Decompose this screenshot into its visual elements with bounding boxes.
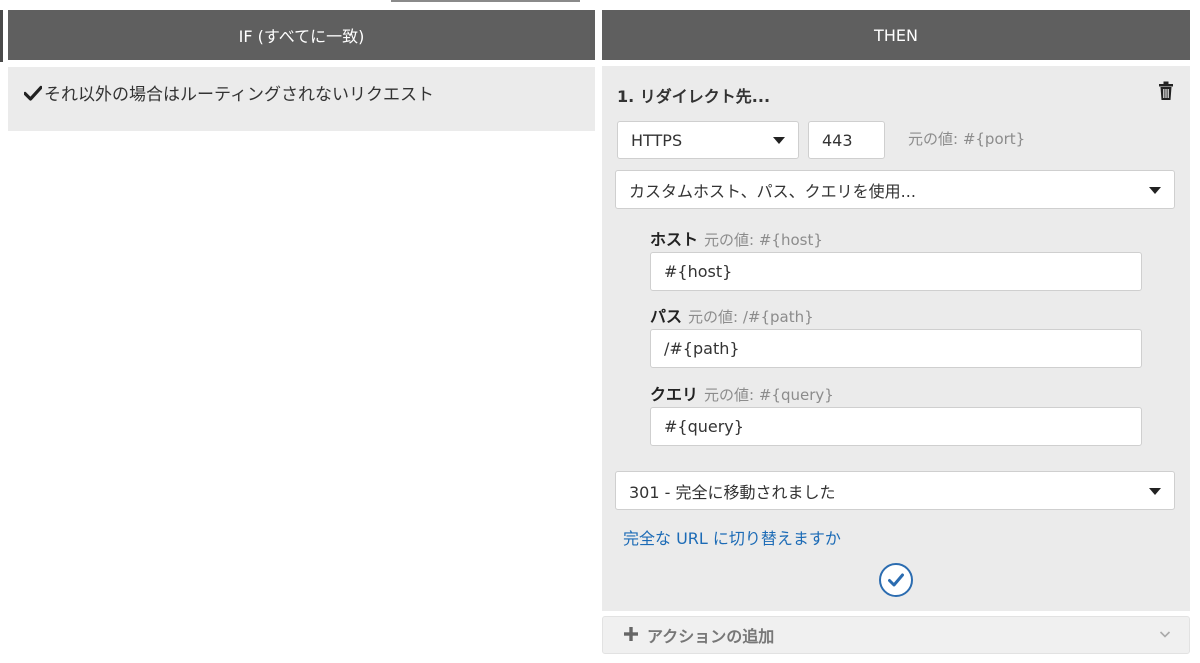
page: IF (すべてに一致) THEN それ以外の場合はルーティングされないリクエスト… bbox=[0, 0, 1200, 663]
if-condition-row[interactable]: それ以外の場合はルーティングされないリクエスト bbox=[24, 80, 434, 105]
protocol-select[interactable]: HTTPS bbox=[617, 121, 799, 159]
host-label-text: ホスト bbox=[650, 230, 699, 249]
host-label: ホスト 元の値: #{host} bbox=[650, 226, 823, 250]
if-condition-text: それ以外の場合はルーティングされないリクエスト bbox=[44, 85, 434, 105]
if-condition-panel: それ以外の場合はルーティングされないリクエスト bbox=[8, 67, 595, 131]
top-strip bbox=[391, 0, 580, 2]
then-column-header: THEN bbox=[602, 10, 1190, 60]
redirect-mode-select[interactable]: カスタムホスト、パス、クエリを使用... bbox=[615, 170, 1175, 209]
chevron-down-icon bbox=[1159, 631, 1171, 638]
then-action-panel: 1. リダイレクト先... HTTPS 443 元の値: #{port} カスタ… bbox=[602, 66, 1190, 611]
if-header-label: IF (すべてに一致) bbox=[238, 27, 365, 46]
path-value: /#{path} bbox=[664, 339, 740, 358]
host-input[interactable]: #{host} bbox=[650, 252, 1142, 291]
if-column-header: IF (すべてに一致) bbox=[8, 10, 595, 60]
query-label-text: クエリ bbox=[650, 385, 699, 404]
add-action-button[interactable]: アクションの追加 bbox=[602, 616, 1190, 654]
status-code-select[interactable]: 301 - 完全に移動されました bbox=[615, 471, 1175, 510]
path-label-text: パス bbox=[650, 307, 683, 326]
left-edge bbox=[0, 10, 3, 62]
check-circle-icon bbox=[888, 573, 904, 587]
host-hint: 元の値: #{host} bbox=[704, 231, 823, 249]
host-value: #{host} bbox=[664, 262, 733, 281]
add-action-label: アクションの追加 bbox=[647, 627, 775, 646]
switch-full-url-link[interactable]: 完全な URL に切り替えますか bbox=[623, 525, 841, 549]
plus-icon bbox=[623, 623, 641, 647]
query-input[interactable]: #{query} bbox=[650, 407, 1142, 446]
confirm-button[interactable] bbox=[879, 563, 913, 597]
check-icon bbox=[24, 85, 42, 101]
query-hint: 元の値: #{query} bbox=[704, 386, 834, 404]
query-label: クエリ 元の値: #{query} bbox=[650, 381, 834, 405]
query-value: #{query} bbox=[664, 417, 744, 436]
then-header-label: THEN bbox=[874, 25, 918, 45]
chevron-down-icon bbox=[1149, 186, 1161, 194]
port-value: 443 bbox=[822, 130, 853, 150]
path-input[interactable]: /#{path} bbox=[650, 329, 1142, 368]
port-hint: 元の値: #{port} bbox=[908, 130, 1026, 148]
chevron-down-icon bbox=[1149, 487, 1161, 495]
chevron-down-icon bbox=[773, 137, 785, 144]
action-title: 1. リダイレクト先... bbox=[617, 87, 771, 106]
redirect-mode-value: カスタムホスト、パス、クエリを使用... bbox=[629, 181, 916, 201]
trash-icon[interactable] bbox=[1158, 81, 1174, 101]
protocol-value: HTTPS bbox=[631, 130, 683, 150]
path-hint: 元の値: /#{path} bbox=[688, 308, 814, 326]
status-code-value: 301 - 完全に移動されました bbox=[629, 482, 836, 502]
port-input[interactable]: 443 bbox=[808, 121, 885, 159]
path-label: パス 元の値: /#{path} bbox=[650, 303, 814, 327]
